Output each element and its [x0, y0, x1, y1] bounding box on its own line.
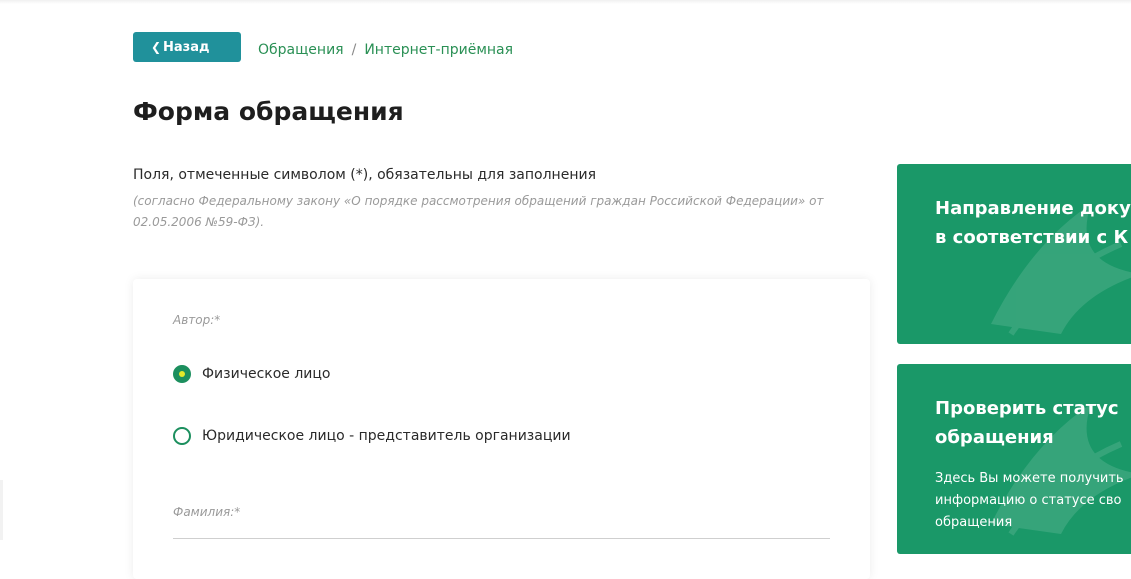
- sidebar-card-status-text-line1: Здесь Вы можете получить: [935, 471, 1124, 486]
- radio-individual[interactable]: Физическое лицо: [173, 365, 331, 383]
- sidebar-card-documents-title-line1: Направление доку: [935, 198, 1131, 219]
- back-button-label: Назад: [163, 40, 210, 55]
- surname-label: Фамилия:*: [173, 505, 241, 519]
- breadcrumb-internet-reception[interactable]: Интернет-приёмная: [364, 42, 513, 58]
- breadcrumb-appeals[interactable]: Обращения: [258, 42, 344, 58]
- author-label: Автор:*: [173, 313, 221, 327]
- page-title: Форма обращения: [133, 97, 404, 126]
- surname-input[interactable]: [173, 538, 830, 539]
- radio-unchecked-icon: [173, 427, 191, 445]
- required-fields-note: Поля, отмеченные символом (*), обязатель…: [133, 167, 596, 183]
- top-shadow: [0, 0, 1131, 4]
- sidebar-card-status-title-line1: Проверить статус: [935, 398, 1119, 419]
- radio-individual-label: Физическое лицо: [202, 366, 331, 382]
- chevron-left-icon: ❮: [151, 40, 162, 54]
- law-reference-note: (согласно Федеральному закону «О порядке…: [133, 194, 824, 229]
- back-button[interactable]: ❮ Назад: [133, 32, 241, 62]
- sidebar-card-status-text-line2: информацию о статусе сво: [935, 493, 1122, 508]
- sidebar-card-documents-title-line2: в соответствии с К: [935, 227, 1129, 248]
- sidebar-card-status-title-line2: обращения: [935, 427, 1054, 448]
- left-edge-strip: [0, 480, 3, 540]
- radio-checked-icon: [173, 365, 191, 383]
- breadcrumb-separator: /: [351, 42, 357, 58]
- sidebar-card-documents[interactable]: Направление доку в соответствии с К: [897, 164, 1131, 344]
- sidebar-card-status-text-line3: обращения: [935, 515, 1013, 530]
- sidebar-card-check-status[interactable]: Проверить статус обращения Здесь Вы може…: [897, 364, 1131, 554]
- radio-legal-entity-label: Юридическое лицо - представитель организ…: [202, 428, 571, 444]
- breadcrumb: Обращения / Интернет-приёмная: [258, 40, 513, 60]
- radio-legal-entity[interactable]: Юридическое лицо - представитель организ…: [173, 427, 571, 445]
